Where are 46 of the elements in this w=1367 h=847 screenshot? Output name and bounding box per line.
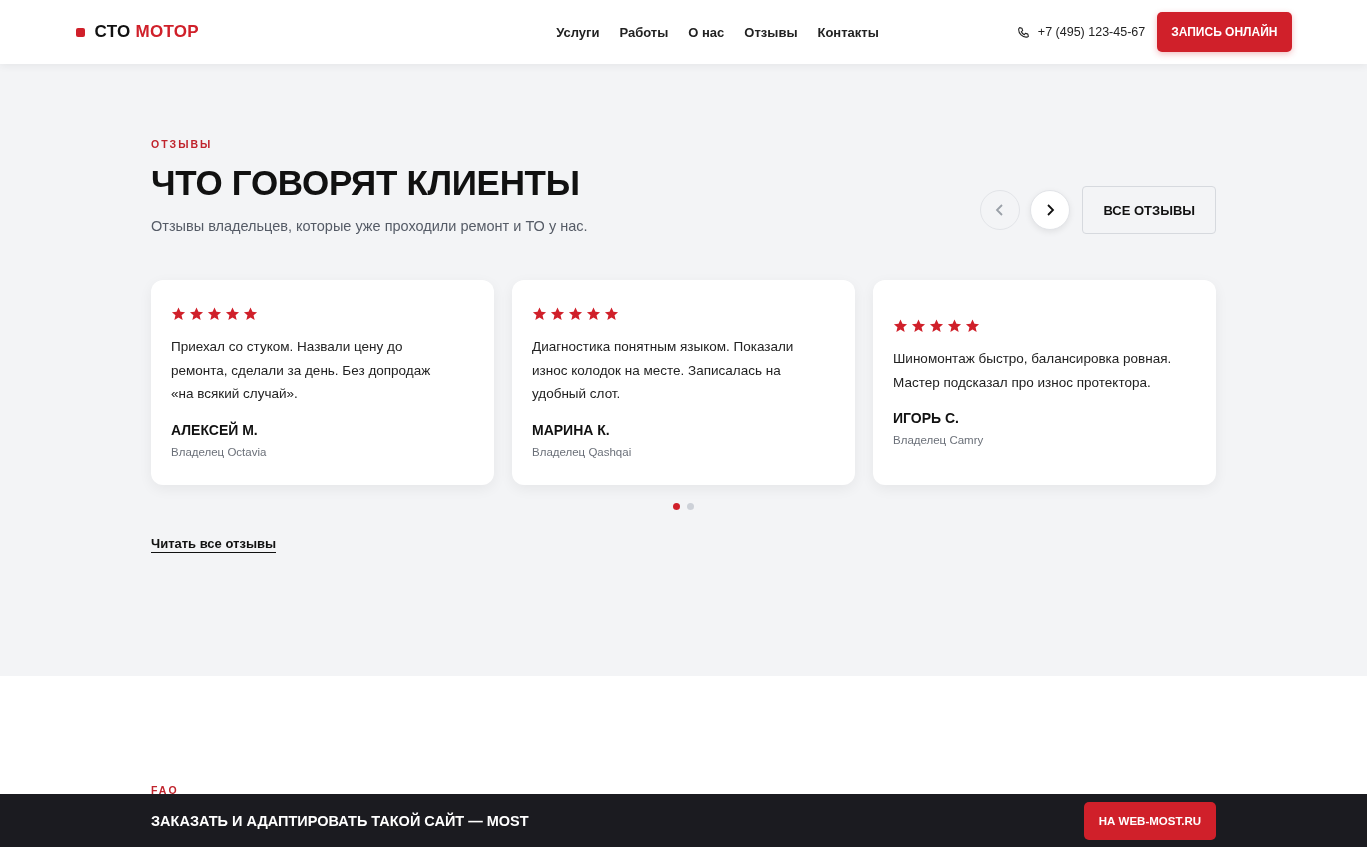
section-eyebrow: ОТЗЫВЫ <box>151 138 214 150</box>
pagination-dot[interactable] <box>673 503 680 510</box>
star-icon <box>893 319 908 333</box>
review-text: Шиномонтаж быстро, балансировка ровная. Мастер подсказал про износ протектора. <box>893 350 1173 392</box>
section-subtitle: Отзывы владельцев, которые уже проходили ремонт и ТО у нас. <box>151 218 588 234</box>
review-car: Владелец Octavia <box>171 445 267 458</box>
nav-link[interactable]: Контакты <box>817 24 879 40</box>
star-icon <box>586 307 601 322</box>
review-text: Диагностика понятным языком. Показали износ колодок на месте. Записалась на удобный слот. <box>532 338 795 404</box>
star-icon <box>207 307 222 322</box>
review-car: Владелец Camry <box>893 434 984 446</box>
star-icon <box>171 307 186 322</box>
next-button[interactable] <box>1030 190 1071 230</box>
phone-number[interactable]: +7 (495) 123-45-67 <box>1037 25 1146 39</box>
review-car: Владелец Qashqai <box>532 445 632 458</box>
star-icon <box>911 319 926 333</box>
star-icon <box>947 319 962 333</box>
pagination-dot[interactable] <box>687 503 694 510</box>
promo-text: ЗАКАЗАТЬ И АДАПТИРОВАТЬ ТАКОЙ САЙТ — MOST <box>151 812 529 829</box>
star-icon <box>243 307 258 322</box>
chevron-right-icon <box>1045 203 1056 217</box>
review-author: ИГОРЬ С. <box>893 410 959 426</box>
star-icon <box>189 307 204 322</box>
review-author: МАРИНА К. <box>532 421 610 438</box>
star-icon <box>604 307 619 322</box>
star-icon <box>965 319 980 333</box>
review-author: АЛЕКСЕЙ М. <box>171 421 258 438</box>
section-title: ЧТО ГОВОРЯТ КЛИЕНТЫ <box>151 162 581 204</box>
star-icon <box>532 307 547 322</box>
star-icon <box>929 319 944 333</box>
nav-link[interactable]: О нас <box>688 24 725 40</box>
nav-link[interactable]: Отзывы <box>744 24 798 40</box>
logo-icon <box>75 27 85 37</box>
booking-button[interactable]: ЗАПИСЬ ОНЛАЙН <box>1157 12 1292 52</box>
nav-link[interactable]: Работы <box>619 24 669 40</box>
review-text: Приехал со стуком. Назвали цену до ремонта, сделали за день. Без допродаж «на всякий случай». <box>171 338 432 404</box>
star-icon <box>568 307 583 322</box>
phone-icon <box>1016 25 1030 39</box>
read-all-link[interactable]: Читать все отзывы <box>151 536 277 553</box>
all-reviews-button[interactable]: ВСЕ ОТЗЫВЫ <box>1082 186 1216 234</box>
logo[interactable]: СТО МОТОР <box>94 22 199 42</box>
nav-link[interactable]: Услуги <box>556 24 600 40</box>
promo-button[interactable]: НА WEB-MOST.RU <box>1083 801 1216 840</box>
chevron-left-icon <box>995 203 1006 217</box>
star-icon <box>225 307 240 322</box>
star-icon <box>550 307 565 322</box>
